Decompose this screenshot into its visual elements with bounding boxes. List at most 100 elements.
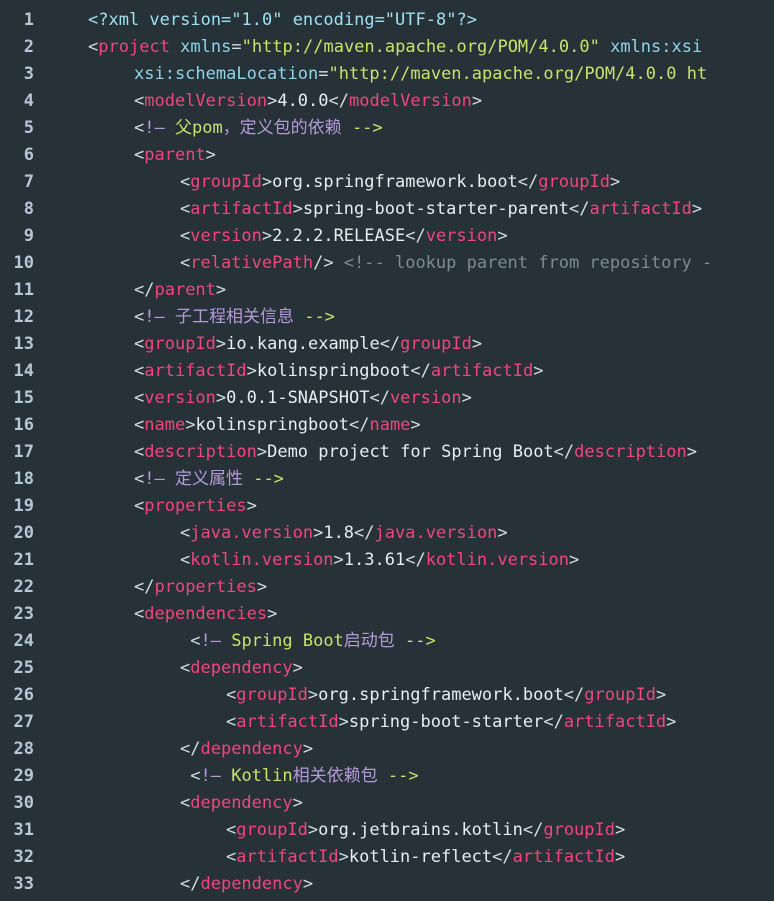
code-line[interactable]: 20 <java.version>1.8</java.version> <box>0 520 774 547</box>
code-token: "http://maven.apache.org/POM/4.0.0" <box>241 37 600 57</box>
code-line[interactable]: 13 <groupId>io.kang.example</groupId> <box>0 331 774 358</box>
code-line[interactable]: 32 <artifactId>kotlin-reflect</artifactId… <box>0 844 774 871</box>
code-token: groupId <box>584 685 656 705</box>
code-token: < <box>134 604 145 624</box>
code-line[interactable]: 8 <artifactId>spring-boot-starter-parent<… <box>0 196 774 223</box>
code-token: Demo project for Spring Boot <box>267 442 554 462</box>
code-line[interactable]: 30 <dependency> <box>0 790 774 817</box>
code-token: </ <box>568 199 590 219</box>
code-token: 4.0.0 <box>277 91 329 111</box>
code-token: < <box>226 820 237 840</box>
code-token: > <box>261 172 273 192</box>
code-token: </ <box>134 577 155 597</box>
code-token: dependency <box>190 793 293 813</box>
code-text: <!— 定义属性 --> <box>134 466 284 493</box>
code-token: </ <box>180 874 201 894</box>
code-line[interactable]: 2 <project xmlns="http://maven.apache.org… <box>0 34 774 61</box>
code-token: > <box>267 604 278 624</box>
code-line[interactable]: 5 <!— 父pom，定义包的依赖 --> <box>0 115 774 142</box>
code-token: org.springframework.boot <box>272 172 518 192</box>
line-number: 20 <box>13 523 34 543</box>
code-token: artifactId <box>430 361 534 381</box>
code-token: "http://maven.apache.org/POM/4.0.0 ht <box>328 64 708 84</box>
code-text: <groupId>org.springframework.boot</group… <box>180 169 620 196</box>
code-line[interactable]: 6 <parent> <box>0 142 774 169</box>
code-token: > <box>615 820 626 840</box>
code-editor[interactable]: 1 <?xml version="1.0" encoding="UTF-8"?> 2… <box>0 0 774 901</box>
line-number: 11 <box>13 280 34 300</box>
code-text: <dependency> <box>180 655 303 682</box>
code-line[interactable]: 15 <version>0.0.1-SNAPSHOT</version> <box>0 385 774 412</box>
code-line[interactable]: 24 <!— Spring Boot启动包 --> <box>0 628 774 655</box>
code-token: 1.8 <box>323 523 355 543</box>
code-token: > <box>497 523 508 543</box>
code-token: relativePath <box>190 253 314 273</box>
code-line[interactable]: 14 <artifactId>kolinspringboot</artifactI… <box>0 358 774 385</box>
code-token: /> <box>313 253 344 273</box>
code-line[interactable]: 11 </parent> <box>0 277 774 304</box>
code-token: > <box>292 658 303 678</box>
code-line[interactable]: 19 <properties> <box>0 493 774 520</box>
code-token: > <box>569 550 580 570</box>
code-line[interactable]: 21 <kotlin.version>1.3.61</kotlin.version… <box>0 547 774 574</box>
code-token: groupId <box>543 820 615 840</box>
code-line[interactable]: 12 <!— 子工程相关信息 --> <box>0 304 774 331</box>
code-line[interactable]: 25 <dependency> <box>0 655 774 682</box>
line-number: 5 <box>23 118 34 138</box>
code-token: !— <box>200 631 232 651</box>
code-text: <groupId>org.jetbrains.kotlin</groupId> <box>226 817 625 844</box>
code-token: > <box>471 334 483 354</box>
code-line[interactable]: 18 <!— 定义属性 --> <box>0 466 774 493</box>
code-token: description <box>144 442 257 462</box>
code-line[interactable]: 27 <artifactId>spring-boot-starter</artif… <box>0 709 774 736</box>
code-token: < <box>180 658 191 678</box>
code-token: ，定义包的依赖 <box>222 118 352 138</box>
code-token: io.kang.example <box>226 334 380 354</box>
line-number: 10 <box>13 253 34 273</box>
code-token: > <box>338 847 349 867</box>
code-token: artifactId <box>563 712 667 732</box>
code-line[interactable]: 10 <relativePath/> <!-- lookup parent fro… <box>0 250 774 277</box>
code-token: > <box>267 91 278 111</box>
code-line[interactable]: 17 <description>Demo project for Spring B… <box>0 439 774 466</box>
line-number: 28 <box>13 739 34 759</box>
code-line[interactable]: 22 </properties> <box>0 574 774 601</box>
code-line[interactable]: 26 <groupId>org.springframework.boot</gro… <box>0 682 774 709</box>
code-token: </ <box>328 91 349 111</box>
code-token: = <box>231 37 242 57</box>
code-text: <!— Spring Boot启动包 --> <box>180 628 436 655</box>
code-text: <properties> <box>134 493 257 520</box>
code-line[interactable]: 4 <modelVersion>4.0.0</modelVersion> <box>0 88 774 115</box>
code-line[interactable]: 23 <dependencies> <box>0 601 774 628</box>
code-line[interactable]: 33 </dependency> <box>0 871 774 898</box>
code-text: <parent> <box>134 142 216 169</box>
code-line[interactable]: 9 <version>2.2.2.RELEASE</version> <box>0 223 774 250</box>
code-token: </ <box>553 442 575 462</box>
code-line[interactable]: 1 <?xml version="1.0" encoding="UTF-8"?> <box>0 7 774 34</box>
code-text: <modelVersion>4.0.0</modelVersion> <box>134 88 482 115</box>
code-token: > <box>261 226 273 246</box>
code-line[interactable]: 16 <name>kolinspringboot</name> <box>0 412 774 439</box>
code-line[interactable]: 31 <groupId>org.jetbrains.kotlin</groupId… <box>0 817 774 844</box>
code-line[interactable]: 3 xsi:schemaLocation="http://maven.apache… <box>0 61 774 88</box>
code-token: > <box>655 685 667 705</box>
code-token: > <box>215 334 227 354</box>
code-token: > <box>461 388 472 408</box>
code-token: <?xml version="1.0" encoding="UTF-8"?> <box>88 10 477 30</box>
code-text: <description>Demo project for Spring Boo… <box>134 439 697 466</box>
line-number: 14 <box>13 361 34 381</box>
code-line[interactable]: 29 <!— Kotlin相关依赖包 --> <box>0 763 774 790</box>
code-token: < <box>226 847 237 867</box>
code-token: > <box>205 145 216 165</box>
code-token: properties <box>154 577 257 597</box>
code-token: groupId <box>400 334 472 354</box>
code-token: < <box>180 550 191 570</box>
code-token: < <box>134 307 145 327</box>
line-number: 2 <box>23 37 34 57</box>
code-text: <artifactId>spring-boot-starter</artifac… <box>226 709 676 736</box>
code-token: version <box>190 226 262 246</box>
code-line[interactable]: 28 </dependency> <box>0 736 774 763</box>
code-token: < <box>180 766 201 786</box>
code-line[interactable]: 7 <groupId>org.springframework.boot</grou… <box>0 169 774 196</box>
code-text: <dependencies> <box>134 601 277 628</box>
